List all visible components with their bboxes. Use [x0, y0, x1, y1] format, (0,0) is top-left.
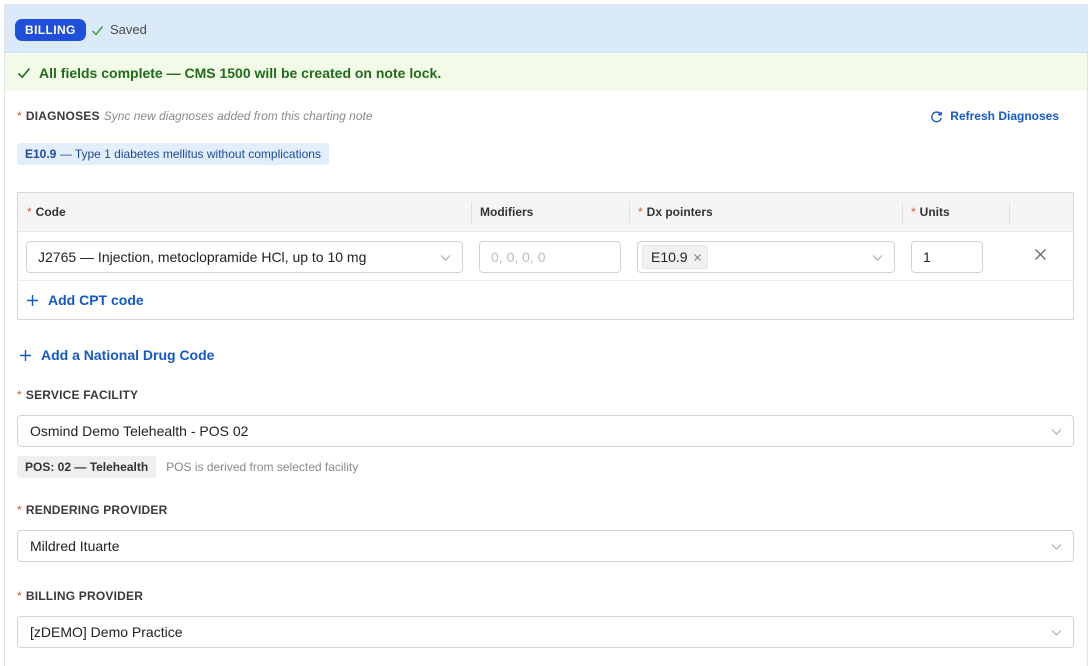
column-modifiers: Modifiers — [471, 193, 533, 232]
billing-header: BILLING Saved — [5, 5, 1087, 53]
cpt-code-select[interactable]: J2765 — Injection, metoclopramide HCl, u… — [26, 241, 463, 273]
diagnoses-title: DIAGNOSES — [25, 109, 100, 123]
service-facility-value: Osmind Demo Telehealth - POS 02 — [30, 423, 249, 439]
cpt-table: * Code Modifiers * Dx pointers * Units J276… — [17, 192, 1074, 320]
required-marker: * — [17, 388, 22, 402]
rendering-provider-label: * RENDERING PROVIDER — [17, 503, 168, 517]
billing-provider-select[interactable]: [zDEMO] Demo Practice — [17, 616, 1074, 648]
chevron-down-icon — [440, 255, 451, 261]
column-units: * Units — [902, 193, 950, 232]
pos-note: POS is derived from selected facility — [166, 460, 359, 474]
billing-panel: BILLING Saved All fields complete — CMS … — [4, 4, 1088, 666]
completion-alert: All fields complete — CMS 1500 will be c… — [5, 54, 1087, 91]
billing-provider-label: * BILLING PROVIDER — [17, 589, 143, 603]
dx-pointer-chip-label: E10.9 — [651, 249, 688, 265]
add-cpt-code-button[interactable]: Add CPT code — [26, 292, 144, 308]
check-icon — [92, 25, 104, 36]
required-marker: * — [17, 109, 22, 123]
add-cpt-code-label: Add CPT code — [48, 292, 144, 308]
plus-icon — [27, 294, 38, 306]
billing-badge: BILLING — [15, 19, 86, 41]
chevron-down-icon — [1051, 429, 1062, 435]
cpt-code-value: J2765 — Injection, metoclopramide HCl, u… — [38, 249, 367, 265]
service-facility-label: * SERVICE FACILITY — [17, 388, 138, 402]
billing-provider-value: [zDEMO] Demo Practice — [30, 624, 183, 640]
chevron-down-icon — [1051, 630, 1062, 636]
modifiers-input[interactable]: 0, 0, 0, 0 — [479, 241, 621, 273]
rendering-provider-value: Mildred Ituarte — [30, 538, 120, 554]
pos-tag: POS: 02 — Telehealth — [17, 456, 157, 478]
diagnoses-label: * DIAGNOSES Sync new diagnoses added from … — [17, 109, 373, 123]
close-icon[interactable] — [693, 253, 702, 262]
remove-row-close-icon[interactable] — [1034, 248, 1047, 261]
dx-pointer-chip: E10.9 — [642, 245, 708, 269]
units-input[interactable]: 1 — [911, 241, 983, 273]
diagnoses-hint: Sync new diagnoses added from this chart… — [103, 109, 373, 123]
rendering-provider-select[interactable]: Mildred Ituarte — [17, 530, 1074, 562]
service-facility-select[interactable]: Osmind Demo Telehealth - POS 02 — [17, 415, 1074, 447]
refresh-diagnoses-button[interactable]: Refresh Diagnoses — [930, 109, 1059, 123]
add-ndc-button[interactable]: Add a National Drug Code — [19, 347, 214, 363]
chevron-down-icon — [1051, 544, 1062, 550]
cpt-table-header: * Code Modifiers * Dx pointers * Units — [18, 193, 1073, 232]
saved-status: Saved — [91, 21, 147, 39]
cpt-row: J2765 — Injection, metoclopramide HCl, u… — [18, 233, 1073, 281]
alert-message: All fields complete — CMS 1500 will be c… — [39, 64, 442, 81]
rendering-provider-title: RENDERING PROVIDER — [25, 503, 168, 517]
chevron-down-icon — [872, 255, 883, 261]
required-marker: * — [17, 589, 22, 603]
column-actions — [1009, 193, 1073, 232]
billing-provider-title: BILLING PROVIDER — [25, 589, 144, 603]
column-dx-pointers: * Dx pointers — [629, 193, 713, 232]
diagnosis-description: — Type 1 diabetes mellitus without compl… — [59, 147, 321, 161]
diagnosis-code: E10.9 — [25, 147, 57, 161]
column-code: * Code — [27, 205, 66, 219]
dx-pointers-select[interactable]: E10.9 — [637, 241, 895, 273]
service-facility-title: SERVICE FACILITY — [25, 388, 139, 402]
refresh-diagnoses-label: Refresh Diagnoses — [950, 109, 1059, 123]
pos-info: POS: 02 — Telehealth POS is derived from… — [17, 456, 358, 478]
saved-label: Saved — [110, 22, 147, 37]
required-marker: * — [17, 503, 22, 517]
check-icon — [17, 67, 31, 78]
refresh-icon — [931, 110, 943, 122]
diagnosis-tag: E10.9 — Type 1 diabetes mellitus without… — [17, 143, 329, 165]
plus-icon — [20, 349, 31, 361]
add-ndc-label: Add a National Drug Code — [41, 347, 215, 363]
